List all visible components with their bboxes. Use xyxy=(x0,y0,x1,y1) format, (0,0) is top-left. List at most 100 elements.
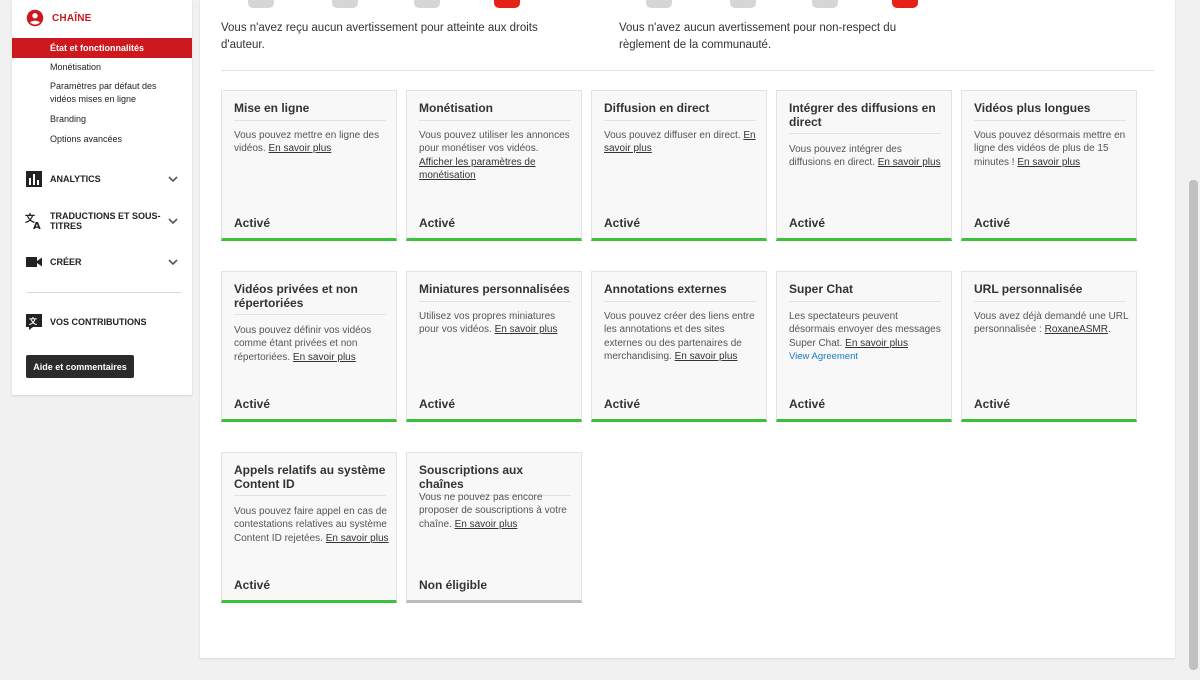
svg-text:A: A xyxy=(33,221,41,230)
feature-card-custom-url: URL personnalisée Vous avez déjà demandé… xyxy=(961,271,1137,422)
card-body-suffix: . xyxy=(1107,324,1111,336)
translate-icon: 文 A xyxy=(25,212,41,230)
card-status: Activé xyxy=(234,397,271,411)
account-circle-icon xyxy=(26,9,44,27)
card-description: Vous pouvez faire appel en cas de contes… xyxy=(234,505,389,545)
learn-more-link[interactable]: En savoir plus xyxy=(326,533,389,544)
help-feedback-button[interactable]: Aide et commentaires xyxy=(26,355,134,378)
scrollbar-thumb[interactable] xyxy=(1189,180,1198,670)
card-description: Vous avez déjà demandé une URL personnal… xyxy=(974,310,1129,337)
card-title: Annotations externes xyxy=(604,282,756,302)
feature-card-private-unlisted: Vidéos privées et non répertoriées Vous … xyxy=(221,271,397,422)
card-status: Activé xyxy=(604,397,641,411)
card-description: Vous pouvez créer des liens entre les an… xyxy=(604,310,759,364)
card-description: Vous pouvez diffuser en direct. En savoi… xyxy=(604,129,759,156)
feature-card-content-id-appeals: Appels relatifs au système Content ID Vo… xyxy=(221,452,397,603)
video-camera-icon xyxy=(26,257,42,267)
learn-more-link[interactable]: En savoir plus xyxy=(293,352,356,363)
sidebar-item-branding[interactable]: Branding xyxy=(12,113,192,126)
card-title: Diffusion en direct xyxy=(604,101,756,121)
main-panel: Vous n'avez reçu aucun avertissement pou… xyxy=(200,0,1175,658)
copyright-strike-icon xyxy=(332,0,358,8)
community-strike-icon xyxy=(812,0,838,8)
card-description: Vous pouvez désormais mettre en ligne de… xyxy=(974,129,1129,169)
feature-card-upload: Mise en ligne Vous pouvez mettre en lign… xyxy=(221,90,397,241)
card-title: URL personnalisée xyxy=(974,282,1126,302)
monetization-settings-link[interactable]: Afficher les paramètres de monétisation xyxy=(419,157,536,181)
card-body-text: Vous pouvez utiliser les annonces pour m… xyxy=(419,130,570,155)
learn-more-link[interactable]: En savoir plus xyxy=(675,351,738,362)
card-title: Intégrer des diffusions en direct xyxy=(789,101,941,134)
community-strike-icon xyxy=(730,0,756,8)
card-title: Mise en ligne xyxy=(234,101,386,121)
community-strike-icon xyxy=(646,0,672,8)
card-status: Activé xyxy=(789,397,826,411)
card-description: Vous ne pouvez pas encore proposer de so… xyxy=(419,491,574,531)
sidebar-item-analytics[interactable]: ANALYTICS xyxy=(12,168,192,190)
card-description: Vous pouvez mettre en ligne des vidéos. … xyxy=(234,129,389,156)
card-status: Activé xyxy=(234,216,271,230)
contributions-icon: 文 xyxy=(26,314,42,330)
card-title: Super Chat xyxy=(789,282,941,302)
card-title: Vidéos privées et non répertoriées xyxy=(234,282,386,315)
sidebar-channel-label: CHAÎNE xyxy=(52,12,92,24)
page-scrollbar[interactable] xyxy=(1186,0,1200,680)
card-status: Activé xyxy=(419,397,456,411)
sidebar-item-label: Monétisation xyxy=(50,62,102,72)
sidebar-item-label: VOS CONTRIBUTIONS xyxy=(50,317,147,327)
card-title: Vidéos plus longues xyxy=(974,101,1126,121)
chevron-down-icon xyxy=(168,259,178,266)
sidebar-item-status-features[interactable]: État et fonctionnalités xyxy=(12,38,192,58)
card-status: Activé xyxy=(974,397,1011,411)
feature-card-monetization: Monétisation Vous pouvez utiliser les an… xyxy=(406,90,582,241)
learn-more-link[interactable]: En savoir plus xyxy=(495,324,558,335)
chevron-down-icon xyxy=(168,218,178,225)
community-notice: Vous n'avez aucun avertissement pour non… xyxy=(619,22,897,51)
learn-more-link[interactable]: En savoir plus xyxy=(268,143,331,154)
learn-more-link[interactable]: En savoir plus xyxy=(455,519,518,530)
card-description: Vous pouvez utiliser les annonces pour m… xyxy=(419,129,574,183)
card-description: Les spectateurs peuvent désormais envoye… xyxy=(789,310,944,364)
learn-more-link[interactable]: En savoir plus xyxy=(1017,157,1080,168)
sidebar-item-upload-defaults[interactable]: Paramètres par défaut des vidéos mises e… xyxy=(12,80,192,106)
sidebar-item-label: Options avancées xyxy=(50,134,123,144)
card-status: Activé xyxy=(234,578,271,592)
view-agreement-link[interactable]: View Agreement xyxy=(789,350,944,363)
community-status-icon xyxy=(892,0,918,8)
sidebar-item-contributions[interactable]: 文 VOS CONTRIBUTIONS xyxy=(12,311,192,333)
card-status: Activé xyxy=(604,216,641,230)
sidebar-item-label: État et fonctionnalités xyxy=(50,42,145,53)
sidebar: CHAÎNE État et fonctionnalités Monétisat… xyxy=(12,0,192,395)
feature-card-custom-thumbnails: Miniatures personnalisées Utilisez vos p… xyxy=(406,271,582,422)
feature-card-live-streaming: Diffusion en direct Vous pouvez diffuser… xyxy=(591,90,767,241)
sidebar-item-label: Paramètres par défaut des vidéos mises e… xyxy=(50,81,157,104)
sidebar-item-translations[interactable]: 文 A TRADUCTIONS ET SOUS-TITRES xyxy=(12,210,192,232)
sidebar-divider xyxy=(26,292,182,293)
custom-url-link[interactable]: RoxaneASMR xyxy=(1045,324,1108,335)
learn-more-link[interactable]: En savoir plus xyxy=(878,157,941,168)
section-divider xyxy=(221,70,1154,71)
sidebar-item-label: CRÉER xyxy=(50,257,82,267)
card-title: Monétisation xyxy=(419,101,571,121)
copyright-notice: Vous n'avez reçu aucun avertissement pou… xyxy=(221,22,538,51)
sidebar-item-label: TRADUCTIONS ET SOUS-TITRES xyxy=(50,211,161,231)
copyright-strike-icon xyxy=(248,0,274,8)
card-status: Non éligible xyxy=(419,578,488,592)
sidebar-item-advanced[interactable]: Options avancées xyxy=(12,133,192,146)
sidebar-item-label: Branding xyxy=(50,114,87,124)
sidebar-item-create[interactable]: CRÉER xyxy=(12,251,192,273)
chevron-down-icon xyxy=(168,176,178,183)
copyright-status-icon xyxy=(494,0,520,8)
copyright-strike-icon xyxy=(414,0,440,8)
card-title: Appels relatifs au système Content ID xyxy=(234,463,386,496)
sidebar-item-label: ANALYTICS xyxy=(50,174,101,184)
card-status: Activé xyxy=(419,216,456,230)
card-description: Vous pouvez définir vos vidéos comme éta… xyxy=(234,324,389,364)
card-description: Utilisez vos propres miniatures pour vos… xyxy=(419,310,574,337)
learn-more-link[interactable]: En savoir plus xyxy=(845,338,908,349)
svg-text:文: 文 xyxy=(29,316,38,326)
feature-card-longer-videos: Vidéos plus longues Vous pouvez désormai… xyxy=(961,90,1137,241)
sidebar-channel-header[interactable]: CHAÎNE xyxy=(26,8,92,28)
feature-card-channel-memberships: Souscriptions aux chaînes Vous ne pouvez… xyxy=(406,452,582,603)
sidebar-item-monetization[interactable]: Monétisation xyxy=(12,61,192,74)
